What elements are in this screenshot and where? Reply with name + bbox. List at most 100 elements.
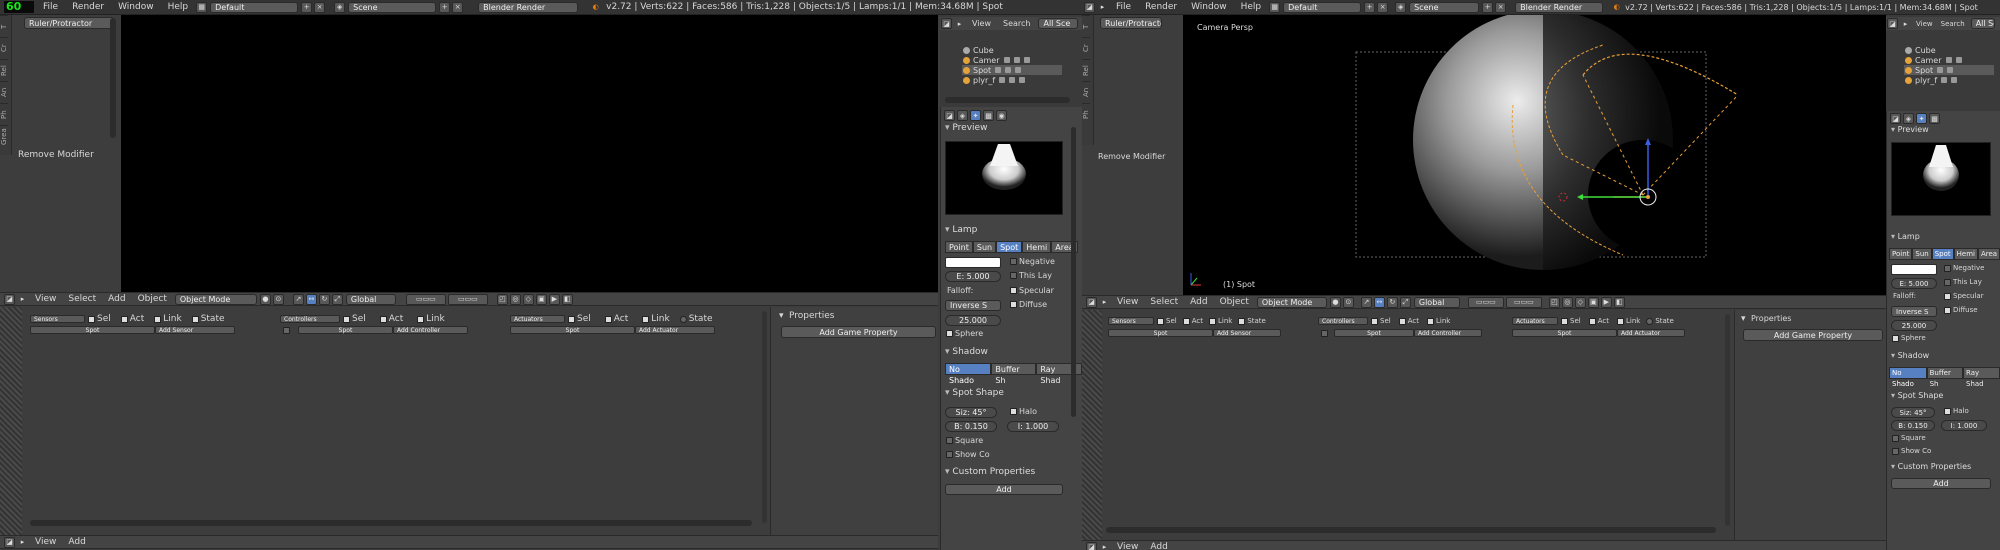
add-controller-select[interactable]: Add Controller <box>393 326 468 334</box>
add-scene-icon[interactable]: + <box>439 1 451 13</box>
negative-option-right[interactable]: Negative <box>1941 264 1984 272</box>
add-actuator-select[interactable]: Add Actuator <box>635 326 715 334</box>
distance-field-right[interactable]: 25.000 <box>1891 320 1937 331</box>
close-scene-icon-right[interactable]: × <box>1495 1 1507 13</box>
add-game-property-button[interactable]: Add Game Property <box>781 326 936 338</box>
negative-checkbox[interactable] <box>1010 258 1017 265</box>
diffuse-option-right[interactable]: Diffuse <box>1941 306 1978 314</box>
actuators-link-check[interactable] <box>642 315 650 323</box>
spot-size-field-right[interactable]: Siz: 45° <box>1891 407 1935 418</box>
halo-checkbox[interactable] <box>1010 408 1017 415</box>
add-actuator-select-right[interactable]: Add Actuator <box>1617 329 1685 337</box>
diffuse-checkbox-right[interactable] <box>1944 306 1951 314</box>
lamp-type-spot-right[interactable]: Spot <box>1931 248 1954 260</box>
ruler-button[interactable]: Ruler/Protractor <box>24 17 114 29</box>
this-layer-option-right[interactable]: This Lay <box>1941 278 1982 286</box>
outliner-item[interactable]: Camer <box>962 55 1062 65</box>
controller-state-toggle[interactable] <box>283 326 290 334</box>
remove-modifier-label-right[interactable]: Remove Modifier <box>1098 152 1165 161</box>
outliner-item[interactable]: Spot <box>962 65 1062 75</box>
logic-menu-view-right[interactable]: View <box>1111 542 1144 550</box>
outliner-toggle-icon[interactable]: ▸ <box>954 18 965 29</box>
actuators-state-check[interactable] <box>679 315 687 323</box>
outliner-editor-icon[interactable]: ◪ <box>941 18 952 29</box>
cursor-icon[interactable] <box>1947 67 1954 73</box>
logic-menu-toggle-icon-right[interactable]: ▸ <box>1099 542 1110 550</box>
this-layer-checkbox-right[interactable] <box>1944 278 1951 286</box>
tab-grease[interactable]: Grea <box>0 125 8 147</box>
add-layout-icon-right[interactable]: + <box>1364 1 1376 13</box>
cursor-icon[interactable] <box>1013 57 1020 63</box>
halo-intensity-field-right[interactable]: I: 1.000 <box>1941 420 1987 431</box>
pivot-icon[interactable]: ⊙ <box>272 293 284 305</box>
physics-tab-icon[interactable]: ◉ <box>996 110 1007 121</box>
menu-select-right[interactable]: Select <box>1144 297 1184 307</box>
scene-field-right[interactable]: Scene <box>1409 1 1480 13</box>
render-icon-right[interactable]: ▶ <box>1600 296 1612 308</box>
tab-tools[interactable]: T <box>0 15 8 37</box>
outliner-menu-search-right[interactable]: Search <box>1937 20 1969 28</box>
menu-render-right[interactable]: Render <box>1138 2 1184 12</box>
add-custom-property-button[interactable]: Add <box>945 484 1063 495</box>
render-engine-select[interactable]: Blender Render <box>478 1 579 13</box>
manipulator-icon[interactable]: ↗ <box>292 293 304 305</box>
specular-checkbox[interactable] <box>1010 287 1017 294</box>
custom-properties-panel-header-right[interactable]: Custom Properties <box>1891 462 1972 471</box>
eye-icon[interactable] <box>1945 57 1952 63</box>
show-cone-option[interactable]: Show Co <box>943 450 990 459</box>
texture-tab-icon-right[interactable]: ▩ <box>1929 113 1940 124</box>
shadow-type-ray-right[interactable]: Ray Shad <box>1963 367 2000 388</box>
lock-icon-right[interactable]: ◰ <box>1548 296 1560 308</box>
controller-state-toggle-right[interactable] <box>1321 329 1328 337</box>
energy-field[interactable]: E: 5.000 <box>945 271 1001 282</box>
menu-render[interactable]: Render <box>65 2 111 12</box>
layout-field-right[interactable]: Default <box>1283 1 1362 13</box>
scene-tab-icon[interactable]: ◈ <box>957 110 968 121</box>
mode-select[interactable]: Object Mode <box>174 293 257 305</box>
sensor-object-name[interactable]: Spot <box>30 326 155 334</box>
shading-icon[interactable]: ● <box>259 293 271 305</box>
rotate-icon-right[interactable]: ↻ <box>1386 296 1398 308</box>
lamp-type-spot[interactable]: Spot <box>996 241 1023 253</box>
scale-icon[interactable]: ⤢ <box>331 293 343 305</box>
controller-object-name[interactable]: Spot <box>298 326 393 334</box>
square-checkbox[interactable] <box>946 437 953 444</box>
logic-editor-type-icon-right[interactable]: ◪ <box>1086 541 1097 550</box>
add-controller-select-right[interactable]: Add Controller <box>1414 329 1482 337</box>
actuators-select[interactable]: Actuators <box>510 315 565 323</box>
camera-icon[interactable]: ◧ <box>561 293 573 305</box>
proportional-icon[interactable]: ◎ <box>509 293 521 305</box>
actuators-sel-check[interactable] <box>568 315 575 323</box>
halo-intensity-field[interactable]: I: 1.000 <box>1007 421 1059 432</box>
outliner-item[interactable]: plyr_f <box>1904 75 1994 85</box>
energy-field-right[interactable]: E: 5.000 <box>1891 278 1937 289</box>
lamp-type-point[interactable]: Point <box>945 241 973 253</box>
menu-file[interactable]: File <box>36 2 65 12</box>
editor-type-icon[interactable]: ◪ <box>4 293 15 305</box>
cursor-icon[interactable] <box>1005 67 1012 73</box>
sensor-object-name-right[interactable]: Spot <box>1108 329 1213 337</box>
toolshelf-scrollbar[interactable] <box>110 18 116 138</box>
outliner-menu-view[interactable]: View <box>966 19 997 28</box>
outliner-menu-view-right[interactable]: View <box>1912 20 1937 28</box>
screen-layout-icon-right[interactable]: ▦ <box>1269 1 1281 13</box>
sensors-state-check[interactable] <box>191 315 199 323</box>
custom-properties-panel-header[interactable]: Custom Properties <box>945 467 1035 477</box>
diffuse-option[interactable]: Diffuse <box>1007 300 1047 309</box>
layout-field[interactable]: Default <box>210 1 299 13</box>
lamp-color-swatch-right[interactable] <box>1891 264 1937 275</box>
logic-menu-add[interactable]: Add <box>62 537 91 547</box>
falloff-select-right[interactable]: Inverse S <box>1891 306 1937 317</box>
close-layout-icon-right[interactable]: × <box>1377 1 1389 13</box>
outliner-item[interactable]: Spot <box>1904 65 1994 75</box>
diffuse-checkbox[interactable] <box>1010 301 1017 308</box>
snap-icon[interactable]: ◇ <box>522 293 534 305</box>
sphere-option[interactable]: Sphere <box>943 329 983 338</box>
scene-icon-right[interactable]: ◈ <box>1395 1 1407 13</box>
remove-modifier-label[interactable]: Remove Modifier <box>18 150 94 160</box>
layers2-icon-right[interactable]: ▭▭▭ <box>1505 296 1542 308</box>
outliner-filter-select-right[interactable]: All Sce <box>1970 18 1995 29</box>
actuators-act-check[interactable] <box>604 315 612 323</box>
sphere-checkbox[interactable] <box>946 330 953 337</box>
layers-icon[interactable]: ▭▭▭ <box>405 293 446 305</box>
